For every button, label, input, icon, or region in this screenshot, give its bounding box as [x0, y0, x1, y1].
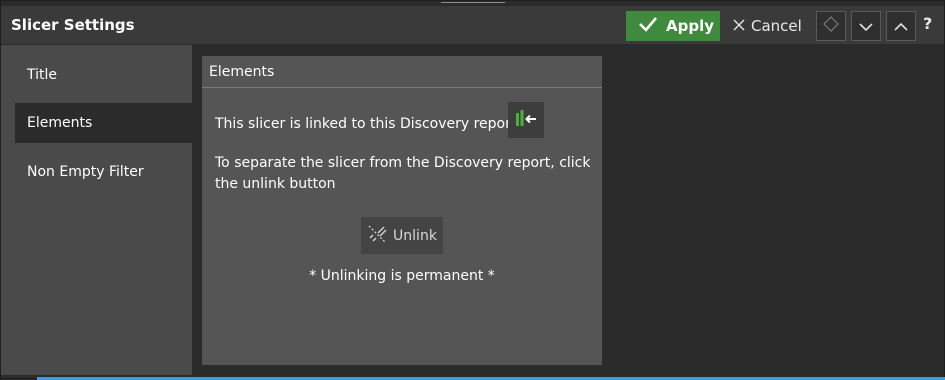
panel-title: Elements: [209, 63, 275, 80]
elements-panel: Elements This slicer is linked to this D…: [202, 56, 602, 365]
dialog-title: Slicer Settings: [11, 16, 135, 34]
discovery-report-icon: [514, 107, 538, 133]
linked-report-text: This slicer is linked to this Discovery …: [215, 116, 526, 132]
unlink-button-label: Unlink: [393, 227, 437, 244]
title-bar: Slicer Settings Apply Cancel ?: [1, 6, 944, 44]
diamond-icon: [823, 16, 839, 36]
move-up-button[interactable]: [886, 11, 916, 41]
apply-button[interactable]: Apply: [626, 11, 720, 41]
unlink-warning: * Unlinking is permanent *: [309, 268, 495, 284]
sidebar-item-non-empty-filter[interactable]: Non Empty Filter: [15, 152, 192, 192]
help-button[interactable]: ?: [923, 14, 932, 33]
unlink-button[interactable]: Unlink: [361, 217, 443, 254]
sidebar-item-label: Non Empty Filter: [27, 164, 144, 180]
chevron-down-icon: [858, 17, 874, 36]
sidebar-item-label: Title: [27, 67, 58, 83]
cancel-button-label: Cancel: [751, 17, 802, 35]
sidebar-item-title[interactable]: Title: [15, 55, 192, 95]
sidebar-item-elements[interactable]: Elements: [15, 103, 192, 143]
checkmark-icon: [638, 16, 658, 36]
discovery-report-button[interactable]: [508, 102, 544, 138]
unlink-icon: [367, 224, 387, 248]
diamond-button[interactable]: [816, 11, 846, 41]
apply-button-label: Apply: [666, 17, 715, 35]
sidebar-item-label: Elements: [27, 115, 93, 131]
separate-instructions: To separate the slicer from the Discover…: [215, 155, 591, 192]
move-down-button[interactable]: [851, 11, 881, 41]
cancel-button[interactable]: Cancel: [729, 11, 807, 41]
panel-header: Elements: [202, 56, 602, 88]
settings-sidebar: Title Elements Non Empty Filter: [1, 45, 192, 375]
chevron-up-icon: [893, 17, 909, 36]
slicer-settings-dialog: Slicer Settings Apply Cancel ? Title Ele…: [0, 0, 945, 380]
close-icon: [733, 17, 745, 35]
